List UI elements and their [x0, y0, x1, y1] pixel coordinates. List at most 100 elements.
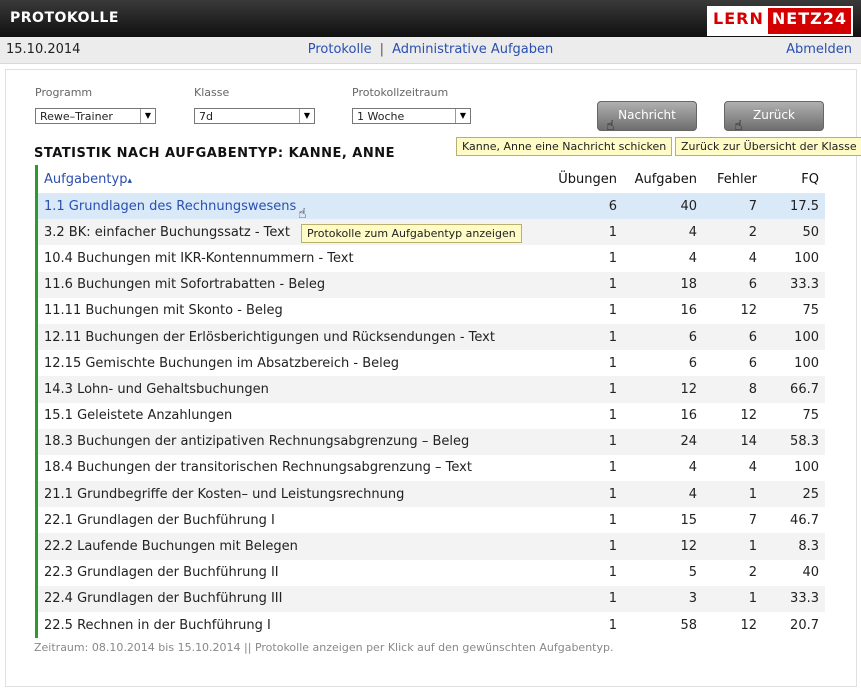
column-header-fq: FQ — [801, 171, 819, 187]
cell-fq: 100 — [794, 355, 819, 371]
cell-uebungen: 1 — [608, 303, 617, 319]
zeitraum-select-value: 1 Woche — [357, 110, 405, 123]
cell-uebungen: 1 — [548, 219, 623, 246]
cell-aufgaben: 6 — [623, 323, 703, 351]
cell-fehler: 7 — [703, 193, 763, 220]
cell-fq: 100 — [794, 460, 819, 476]
cell-name[interactable]: 22.1 Grundlagen der Buchführung I — [38, 507, 548, 533]
table-row[interactable]: 14.3 Lohn- und Gehaltsbuchungen 1 12 8 66.7 — [38, 376, 825, 403]
table-row[interactable]: 22.3 Grundlagen der Buchführung II 1 5 2 40 — [38, 560, 825, 586]
table-row[interactable]: 11.11 Buchungen mit Skonto - Beleg 1 16 12 7… — [38, 298, 825, 324]
top-bar: PROTOKOLLE LERN NETZ24 — [0, 0, 861, 37]
hand-cursor-icon: ☝ — [298, 206, 307, 222]
table-row[interactable]: 22.2 Laufende Buchungen mit Belegen 1 12 1 8… — [38, 533, 825, 560]
cell-uebungen: 1 — [608, 617, 617, 633]
zeitraum-select[interactable]: 1 Woche ▼ — [352, 108, 471, 124]
cell-aufgaben: 24 — [623, 428, 703, 455]
cell-fehler: 6 — [748, 355, 757, 371]
table-row[interactable]: 22.4 Grundlagen der Buchführung III 1 3 1 33… — [38, 585, 825, 612]
cell-fq: 8.3 — [763, 533, 825, 560]
cell-uebungen: 1 — [608, 460, 617, 476]
table-row[interactable]: 22.5 Rechnen in der Buchführung I 1 58 12 20… — [38, 612, 825, 638]
cell-name[interactable]: 22.3 Grundlagen der Buchführung II — [38, 560, 548, 586]
table-row[interactable]: 18.4 Buchungen der transitorischen Rechn… — [38, 455, 825, 481]
cell-name[interactable]: 18.4 Buchungen der transitorischen Rechn… — [38, 455, 548, 481]
cell-fehler: 2 — [748, 565, 757, 581]
cell-name[interactable]: 22.4 Grundlagen der Buchführung III — [38, 585, 548, 612]
cell-name[interactable]: 10.4 Buchungen mit IKR-Kontennummern - T… — [38, 245, 548, 271]
cell-fq: 66.7 — [763, 376, 825, 403]
table-row[interactable]: 12.15 Gemischte Buchungen im Absatzberei… — [38, 350, 825, 376]
cell-aufgaben: 58 — [680, 617, 697, 633]
cell-fehler: 12 — [740, 408, 757, 424]
column-header-uebungen: Übungen — [558, 171, 617, 187]
table-row[interactable]: 22.1 Grundlagen der Buchführung I 1 15 7 46.… — [38, 507, 825, 533]
column-header-aufgabentyp[interactable]: Aufgabentyp▴ — [38, 165, 548, 193]
table-row[interactable]: 15.1 Geleistete Anzahlungen 1 16 12 75 — [38, 403, 825, 429]
cell-name[interactable]: 11.6 Buchungen mit Sofortrabatten - Bele… — [38, 271, 548, 298]
cell-name[interactable]: 22.2 Laufende Buchungen mit Belegen — [38, 533, 548, 560]
cell-fq: 46.7 — [790, 512, 819, 528]
cell-name[interactable]: 12.11 Buchungen der Erlösberichtigungen … — [38, 323, 548, 351]
cell-aufgaben: 4 — [688, 250, 697, 266]
cell-fq: 20.7 — [790, 617, 819, 633]
table-body: 1.1 Grundlagen des Rechnungswesens 6 40 7 17… — [38, 193, 825, 638]
cell-fq: 33.3 — [763, 585, 825, 612]
cell-aufgaben: 4 — [688, 460, 697, 476]
chevron-down-icon: ▼ — [140, 109, 155, 123]
table-row[interactable]: 18.3 Buchungen der antizipativen Rechnun… — [38, 428, 825, 455]
cell-uebungen: 1 — [608, 355, 617, 371]
hand-cursor-icon: ☝ — [734, 118, 743, 134]
page-title: PROTOKOLLE — [10, 10, 119, 26]
programm-label: Programm — [35, 86, 93, 99]
cell-aufgaben: 12 — [623, 533, 703, 560]
cell-fehler: 6 — [703, 323, 763, 351]
nachricht-tooltip: Kanne, Anne eine Nachricht schicken — [456, 137, 673, 156]
column-header-fehler: Fehler — [717, 171, 757, 187]
cell-aufgaben: 3 — [623, 585, 703, 612]
cell-aufgaben: 16 — [680, 303, 697, 319]
cell-name[interactable]: 15.1 Geleistete Anzahlungen — [38, 403, 548, 429]
klasse-select[interactable]: 7d ▼ — [194, 108, 315, 124]
cell-name[interactable]: 1.1 Grundlagen des Rechnungswesens — [38, 193, 548, 220]
lernnetz-logo: LERN NETZ24 — [707, 6, 853, 36]
cell-uebungen: 1 — [548, 376, 623, 403]
cell-fq: 58.3 — [763, 428, 825, 455]
table-header-row: Aufgabentyp▴ Übungen Aufgaben Fehler FQ — [38, 165, 825, 193]
cell-name[interactable]: 21.1 Grundbegriffe der Kosten– und Leist… — [38, 481, 548, 508]
cell-fehler: 2 — [703, 219, 763, 246]
nav-protokolle-link[interactable]: Protokolle — [308, 42, 372, 57]
main-nav: Protokolle | Administrative Aufgaben — [0, 42, 861, 57]
cell-name[interactable]: 12.15 Gemischte Buchungen im Absatzberei… — [38, 350, 548, 376]
nav-admin-link[interactable]: Administrative Aufgaben — [392, 42, 553, 57]
nav-separator: | — [379, 42, 385, 57]
column-header-aufgaben: Aufgaben — [634, 171, 697, 187]
cell-aufgaben: 6 — [688, 355, 697, 371]
cell-name[interactable]: 18.3 Buchungen der antizipativen Rechnun… — [38, 428, 548, 455]
cell-aufgaben: 12 — [623, 376, 703, 403]
cell-fehler: 4 — [748, 250, 757, 266]
table-row[interactable]: 11.6 Buchungen mit Sofortrabatten - Bele… — [38, 271, 825, 298]
logo-left-text: LERN — [709, 8, 768, 34]
programm-select[interactable]: Rewe–Trainer ▼ — [35, 108, 156, 124]
cell-fehler: 12 — [740, 617, 757, 633]
cell-uebungen: 1 — [608, 512, 617, 528]
cell-name[interactable]: 14.3 Lohn- und Gehaltsbuchungen — [38, 376, 548, 403]
cell-aufgaben: 5 — [688, 565, 697, 581]
zurueck-tooltip: Zurück zur Übersicht der Klasse — [675, 137, 861, 156]
table-row[interactable]: 12.11 Buchungen der Erlösberichtigungen … — [38, 323, 825, 351]
cell-aufgaben: 4 — [623, 481, 703, 508]
table-row[interactable]: 21.1 Grundbegriffe der Kosten– und Leist… — [38, 481, 825, 508]
klasse-label: Klasse — [194, 86, 230, 99]
table-row[interactable]: 1.1 Grundlagen des Rechnungswesens 6 40 7 17… — [38, 193, 825, 220]
cell-uebungen: 1 — [548, 533, 623, 560]
table-row[interactable]: 10.4 Buchungen mit IKR-Kontennummern - T… — [38, 245, 825, 271]
cell-fq: 17.5 — [763, 193, 825, 220]
cell-name[interactable]: 22.5 Rechnen in der Buchführung I — [38, 612, 548, 638]
logout-link[interactable]: Abmelden — [786, 42, 852, 57]
cell-fehler: 1 — [703, 533, 763, 560]
row-tooltip: Protokolle zum Aufgabentyp anzeigen — [301, 224, 522, 243]
cell-uebungen: 1 — [608, 250, 617, 266]
cell-name[interactable]: 11.11 Buchungen mit Skonto - Beleg — [38, 298, 548, 324]
cell-uebungen: 1 — [608, 408, 617, 424]
